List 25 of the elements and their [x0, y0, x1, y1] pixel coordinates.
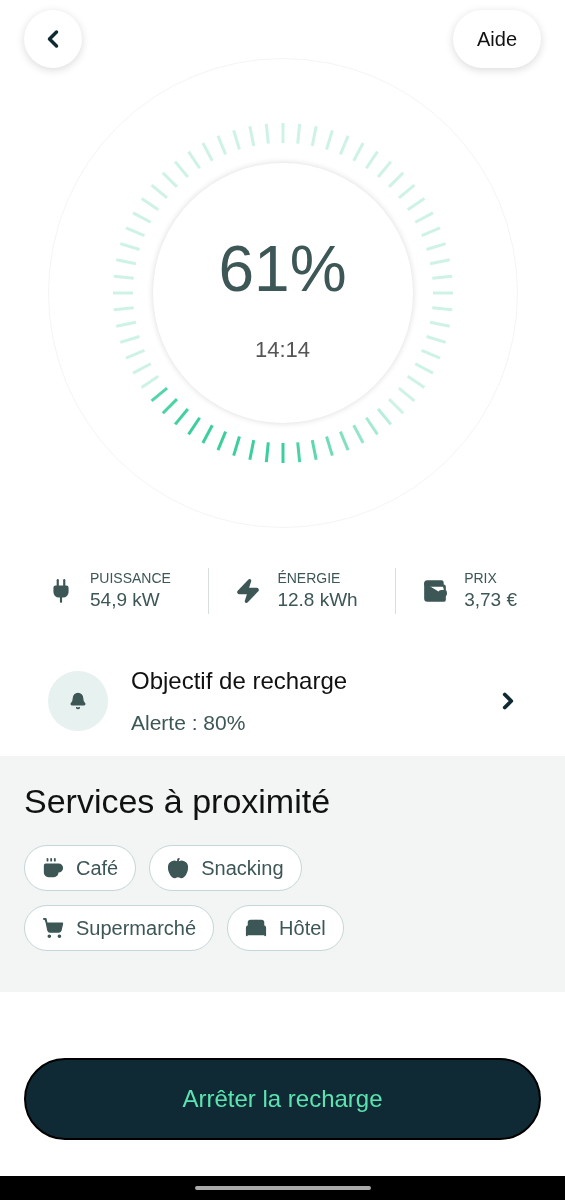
stat-value: 3,73 € — [464, 587, 517, 612]
charge-percent: 61% — [218, 236, 347, 301]
stat-label: ÉNERGIE — [277, 570, 342, 588]
service-tag[interactable]: Snacking — [149, 845, 302, 891]
cup-icon — [42, 857, 64, 879]
service-tag[interactable]: Café — [24, 845, 137, 891]
services-title: Services à proximité — [24, 784, 332, 818]
service-tag[interactable]: Hôtel — [227, 905, 344, 951]
lightning-icon — [235, 578, 262, 604]
stat-label: PRIX — [464, 570, 498, 588]
goal-subtitle: Alerte : 80% — [131, 710, 247, 737]
bed-icon — [245, 917, 268, 939]
elapsed-time: 14:14 — [254, 335, 311, 364]
goal-title: Objectif de recharge — [131, 666, 349, 697]
help-button[interactable]: Aide — [452, 10, 541, 68]
stat-value: 12.8 kWh — [277, 587, 358, 612]
bell-icon — [69, 692, 87, 710]
wallet-icon — [422, 578, 449, 604]
stop-charging-button[interactable]: Arrêter la recharge — [24, 1058, 541, 1140]
stat-label: PUISSANCE — [90, 570, 171, 588]
charge-goal-row[interactable]: Objectif de recharge Alerte : 80% — [0, 656, 565, 746]
cart-icon — [42, 917, 64, 939]
back-button[interactable] — [24, 10, 82, 68]
service-tag[interactable]: Supermarché — [24, 905, 215, 951]
stat-value: 54,9 kW — [90, 587, 161, 612]
